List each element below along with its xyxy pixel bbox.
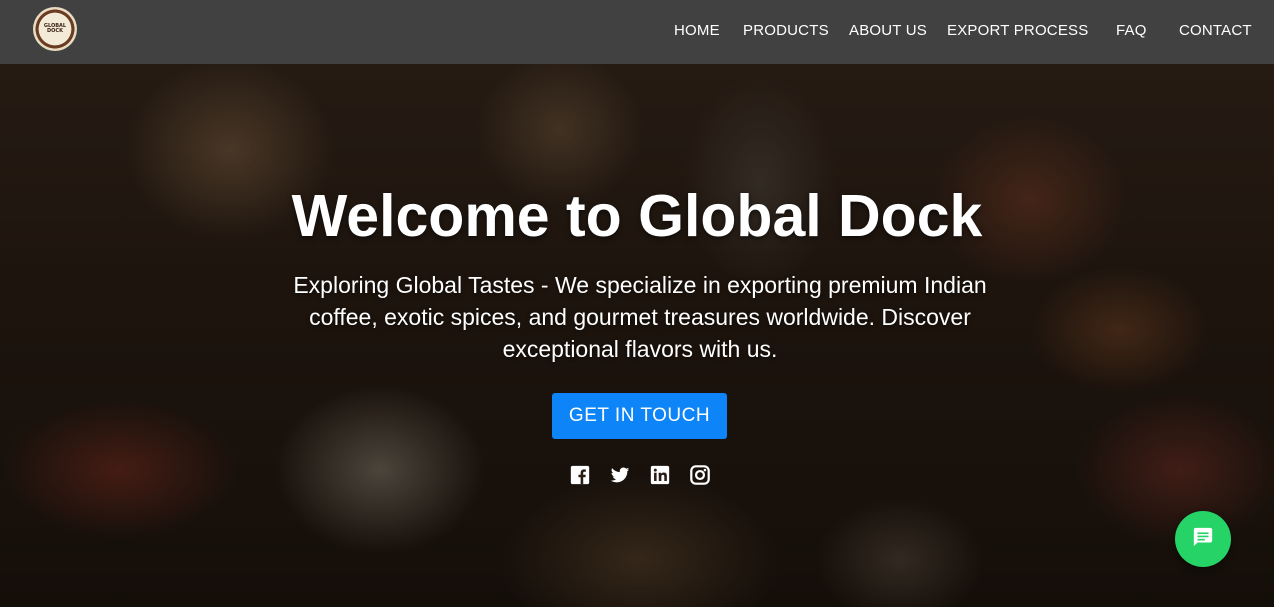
twitter-icon[interactable] <box>609 464 631 486</box>
facebook-icon[interactable] <box>569 464 591 486</box>
get-in-touch-button[interactable]: GET IN TOUCH <box>552 393 727 439</box>
nav-export-process[interactable]: EXPORT PROCESS <box>947 22 1088 39</box>
hero-section: Welcome to Global Dock Exploring Global … <box>0 0 1274 607</box>
hero-title: Welcome to Global Dock <box>291 183 983 249</box>
global-dock-logo[interactable]: GLOBAL DOCK <box>33 7 77 51</box>
hero-subtitle: Exploring Global Tastes - We specialize … <box>293 272 987 362</box>
logo-text: GLOBAL DOCK <box>43 23 67 34</box>
nav-faq[interactable]: FAQ <box>1116 22 1147 39</box>
nav-contact[interactable]: CONTACT <box>1179 22 1252 39</box>
chat-bubble-icon <box>1192 526 1214 553</box>
instagram-icon[interactable] <box>689 464 711 486</box>
nav-about-us[interactable]: ABOUT US <box>849 22 927 39</box>
navbar: GLOBAL DOCK HOME PRODUCTS ABOUT US EXPOR… <box>0 0 1274 64</box>
nav-products[interactable]: PRODUCTS <box>743 22 829 39</box>
nav-home[interactable]: HOME <box>674 22 720 39</box>
linkedin-icon[interactable] <box>649 464 671 486</box>
chat-button[interactable] <box>1175 511 1231 567</box>
